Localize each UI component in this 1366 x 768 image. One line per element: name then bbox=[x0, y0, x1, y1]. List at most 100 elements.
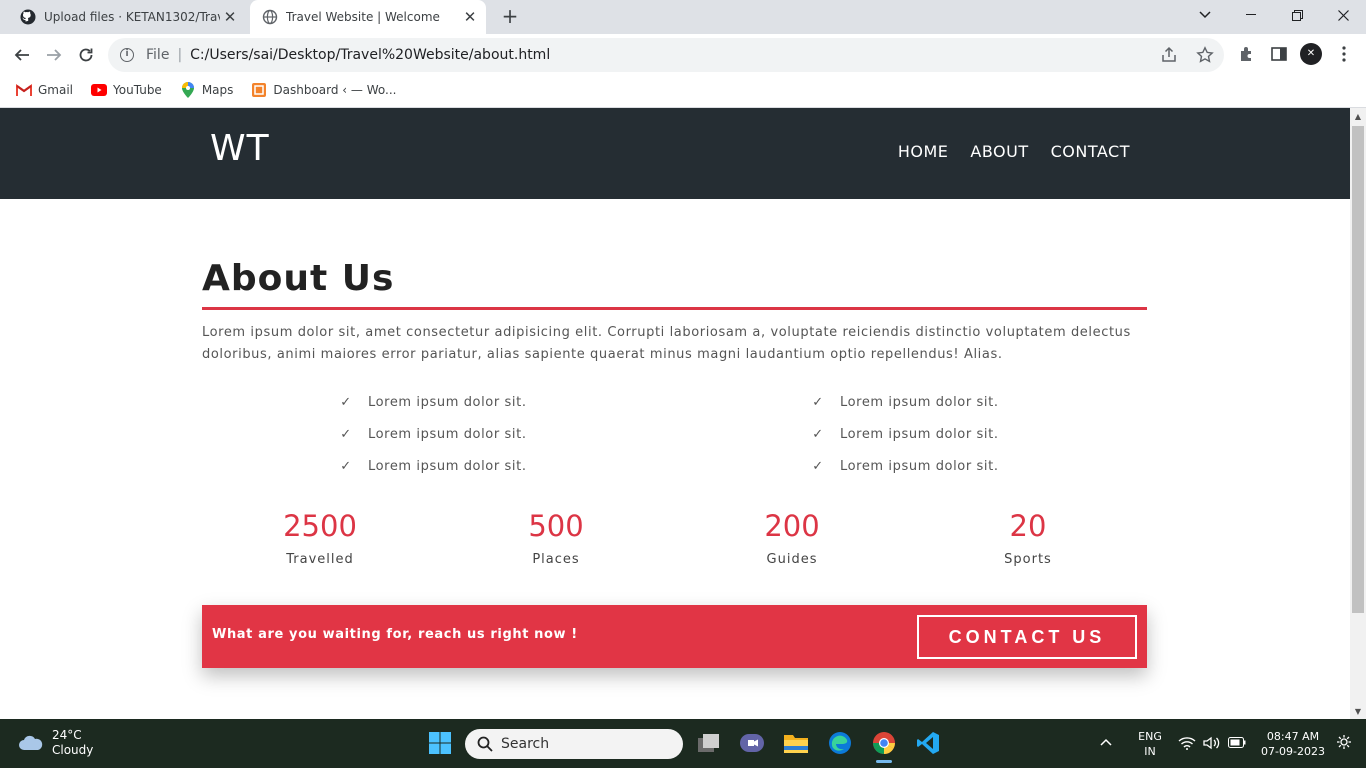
stat-sports: 20 Sports bbox=[910, 506, 1146, 567]
check-icon: ✓ bbox=[812, 394, 824, 410]
scroll-up-icon[interactable]: ▲ bbox=[1350, 110, 1366, 124]
address-bar[interactable]: i File | C:/Users/sai/Desktop/Travel%20W… bbox=[108, 38, 1224, 72]
browser-tab-upload-files[interactable]: Upload files · KETAN1302/Travel- ✕ bbox=[8, 0, 246, 34]
weather-temp: 24°C bbox=[52, 728, 82, 742]
nav-link-about[interactable]: ABOUT bbox=[970, 142, 1028, 161]
feature-list-left: ✓ Lorem ipsum dolor sit. ✓ Lorem ipsum dol… bbox=[336, 386, 527, 482]
list-item-text: Lorem ipsum dolor sit. bbox=[840, 426, 999, 442]
stat-value: 200 bbox=[764, 509, 820, 543]
reload-icon[interactable] bbox=[73, 42, 99, 68]
github-icon bbox=[20, 9, 36, 25]
page-title: About Us bbox=[202, 258, 395, 299]
nav-link-home[interactable]: HOME bbox=[898, 142, 949, 161]
new-tab-button[interactable]: + bbox=[498, 4, 522, 28]
list-item: ✓ Lorem ipsum dolor sit. bbox=[808, 418, 999, 450]
clock[interactable]: 08:47 AM 07-09-2023 bbox=[1258, 729, 1328, 759]
youtube-icon bbox=[91, 83, 108, 97]
bookmark-label: Gmail bbox=[38, 83, 74, 97]
stat-label: Sports bbox=[1004, 552, 1052, 567]
battery-icon[interactable] bbox=[1228, 737, 1246, 752]
scroll-down-icon[interactable]: ▼ bbox=[1350, 705, 1366, 719]
wifi-icon[interactable] bbox=[1178, 736, 1196, 754]
about-paragraph: Lorem ipsum dolor sit, amet consectetur … bbox=[202, 325, 1131, 362]
chrome-browser-icon[interactable] bbox=[870, 729, 898, 763]
language-indicator[interactable]: ENG IN bbox=[1135, 729, 1165, 759]
minimize-icon[interactable] bbox=[1228, 0, 1274, 30]
side-panel-icon[interactable] bbox=[1268, 43, 1290, 65]
clock-date: 07-09-2023 bbox=[1261, 745, 1325, 758]
stat-guides: 200 Guides bbox=[674, 506, 910, 567]
list-item: ✓ Lorem ipsum dolor sit. bbox=[336, 450, 527, 482]
check-icon: ✓ bbox=[340, 458, 352, 474]
teams-chat-icon[interactable] bbox=[738, 729, 766, 757]
vscode-icon[interactable] bbox=[914, 729, 942, 757]
bookmark-dashboard[interactable]: Dashboard ‹ — Wo... bbox=[251, 83, 396, 97]
restore-icon[interactable] bbox=[1274, 0, 1320, 30]
bookmark-star-icon[interactable] bbox=[1196, 46, 1214, 64]
tab-close-icon[interactable]: ✕ bbox=[220, 8, 240, 26]
page-viewport: WT HOME ABOUT CONTACT About Us Lorem ips… bbox=[0, 108, 1350, 719]
taskbar-search[interactable]: Search bbox=[465, 729, 683, 759]
browser-tab-travel-website[interactable]: Travel Website | Welcome ✕ bbox=[250, 0, 486, 34]
back-arrow-icon[interactable] bbox=[9, 42, 35, 68]
region-code: IN bbox=[1144, 745, 1156, 758]
more-menu-icon[interactable] bbox=[1333, 43, 1355, 65]
site-info-icon[interactable]: i bbox=[120, 48, 134, 62]
page-scrollbar[interactable]: ▲ ▼ bbox=[1350, 108, 1366, 719]
bookmark-label: YouTube bbox=[113, 83, 162, 97]
stat-travelled: 2500 Travelled bbox=[202, 506, 438, 567]
url-scheme-label: File bbox=[146, 47, 170, 63]
bookmark-youtube[interactable]: YouTube bbox=[91, 83, 162, 97]
extensions-puzzle-icon[interactable] bbox=[1236, 43, 1258, 65]
gmail-icon bbox=[16, 83, 32, 97]
notification-settings-icon[interactable] bbox=[1336, 734, 1352, 754]
weather-condition: Cloudy bbox=[52, 743, 94, 757]
file-explorer-icon[interactable] bbox=[782, 729, 810, 757]
tab-close-icon[interactable]: ✕ bbox=[460, 8, 480, 26]
list-item-text: Lorem ipsum dolor sit. bbox=[368, 458, 527, 474]
cloud-icon bbox=[19, 735, 43, 750]
list-item-text: Lorem ipsum dolor sit. bbox=[840, 458, 999, 474]
stat-value: 2500 bbox=[283, 509, 357, 543]
contact-us-button[interactable]: CONTACT US bbox=[917, 615, 1137, 659]
weather-widget[interactable]: 24°C Cloudy bbox=[18, 728, 93, 758]
stat-label: Travelled bbox=[286, 552, 354, 567]
windows-taskbar: 24°C Cloudy Search ENG IN 08:47 AM 07-09… bbox=[0, 719, 1366, 768]
cta-text: What are you waiting for, reach us right… bbox=[212, 627, 578, 642]
show-hidden-icons-chevron-icon[interactable] bbox=[1100, 735, 1112, 750]
bookmark-maps[interactable]: Maps bbox=[180, 82, 233, 98]
task-view-icon[interactable] bbox=[695, 729, 723, 757]
forward-arrow-icon[interactable] bbox=[41, 42, 67, 68]
bookmarks-bar: Gmail YouTube Maps Dashboard ‹ — Wo... bbox=[0, 76, 1366, 104]
contact-cta-banner: What are you waiting for, reach us right… bbox=[202, 605, 1147, 668]
list-item: ✓ Lorem ipsum dolor sit. bbox=[808, 386, 999, 418]
check-icon: ✓ bbox=[340, 426, 352, 442]
windows-start-icon[interactable] bbox=[426, 729, 454, 757]
search-placeholder: Search bbox=[501, 736, 550, 752]
close-window-icon[interactable] bbox=[1320, 0, 1366, 30]
stat-label: Places bbox=[532, 552, 580, 567]
site-nav: HOME ABOUT CONTACT bbox=[898, 142, 1130, 161]
feature-list-right: ✓ Lorem ipsum dolor sit. ✓ Lorem ipsum dol… bbox=[808, 386, 999, 482]
edge-browser-icon[interactable] bbox=[826, 729, 854, 757]
list-item: ✓ Lorem ipsum dolor sit. bbox=[808, 450, 999, 482]
site-header: WT HOME ABOUT CONTACT bbox=[0, 108, 1350, 199]
bookmark-gmail[interactable]: Gmail bbox=[16, 83, 73, 97]
volume-icon[interactable] bbox=[1203, 736, 1221, 754]
share-icon[interactable] bbox=[1160, 46, 1178, 64]
profile-avatar[interactable]: ✕ bbox=[1300, 43, 1322, 65]
browser-tab-strip: Upload files · KETAN1302/Travel- ✕ Trave… bbox=[0, 0, 1366, 34]
stat-label: Guides bbox=[766, 552, 818, 567]
scrollbar-thumb[interactable] bbox=[1352, 126, 1364, 613]
list-item-text: Lorem ipsum dolor sit. bbox=[368, 394, 527, 410]
title-underline bbox=[202, 307, 1147, 310]
nav-link-contact[interactable]: CONTACT bbox=[1051, 142, 1130, 161]
url-separator: | bbox=[177, 47, 183, 63]
list-item-text: Lorem ipsum dolor sit. bbox=[840, 394, 999, 410]
list-item: ✓ Lorem ipsum dolor sit. bbox=[336, 418, 527, 450]
url-text[interactable]: C:/Users/sai/Desktop/Travel%20Website/ab… bbox=[190, 47, 550, 63]
dashboard-icon bbox=[251, 83, 267, 97]
tab-search-chevron-icon[interactable] bbox=[1182, 0, 1228, 30]
list-item-text: Lorem ipsum dolor sit. bbox=[368, 426, 527, 442]
site-logo[interactable]: WT bbox=[210, 128, 270, 169]
